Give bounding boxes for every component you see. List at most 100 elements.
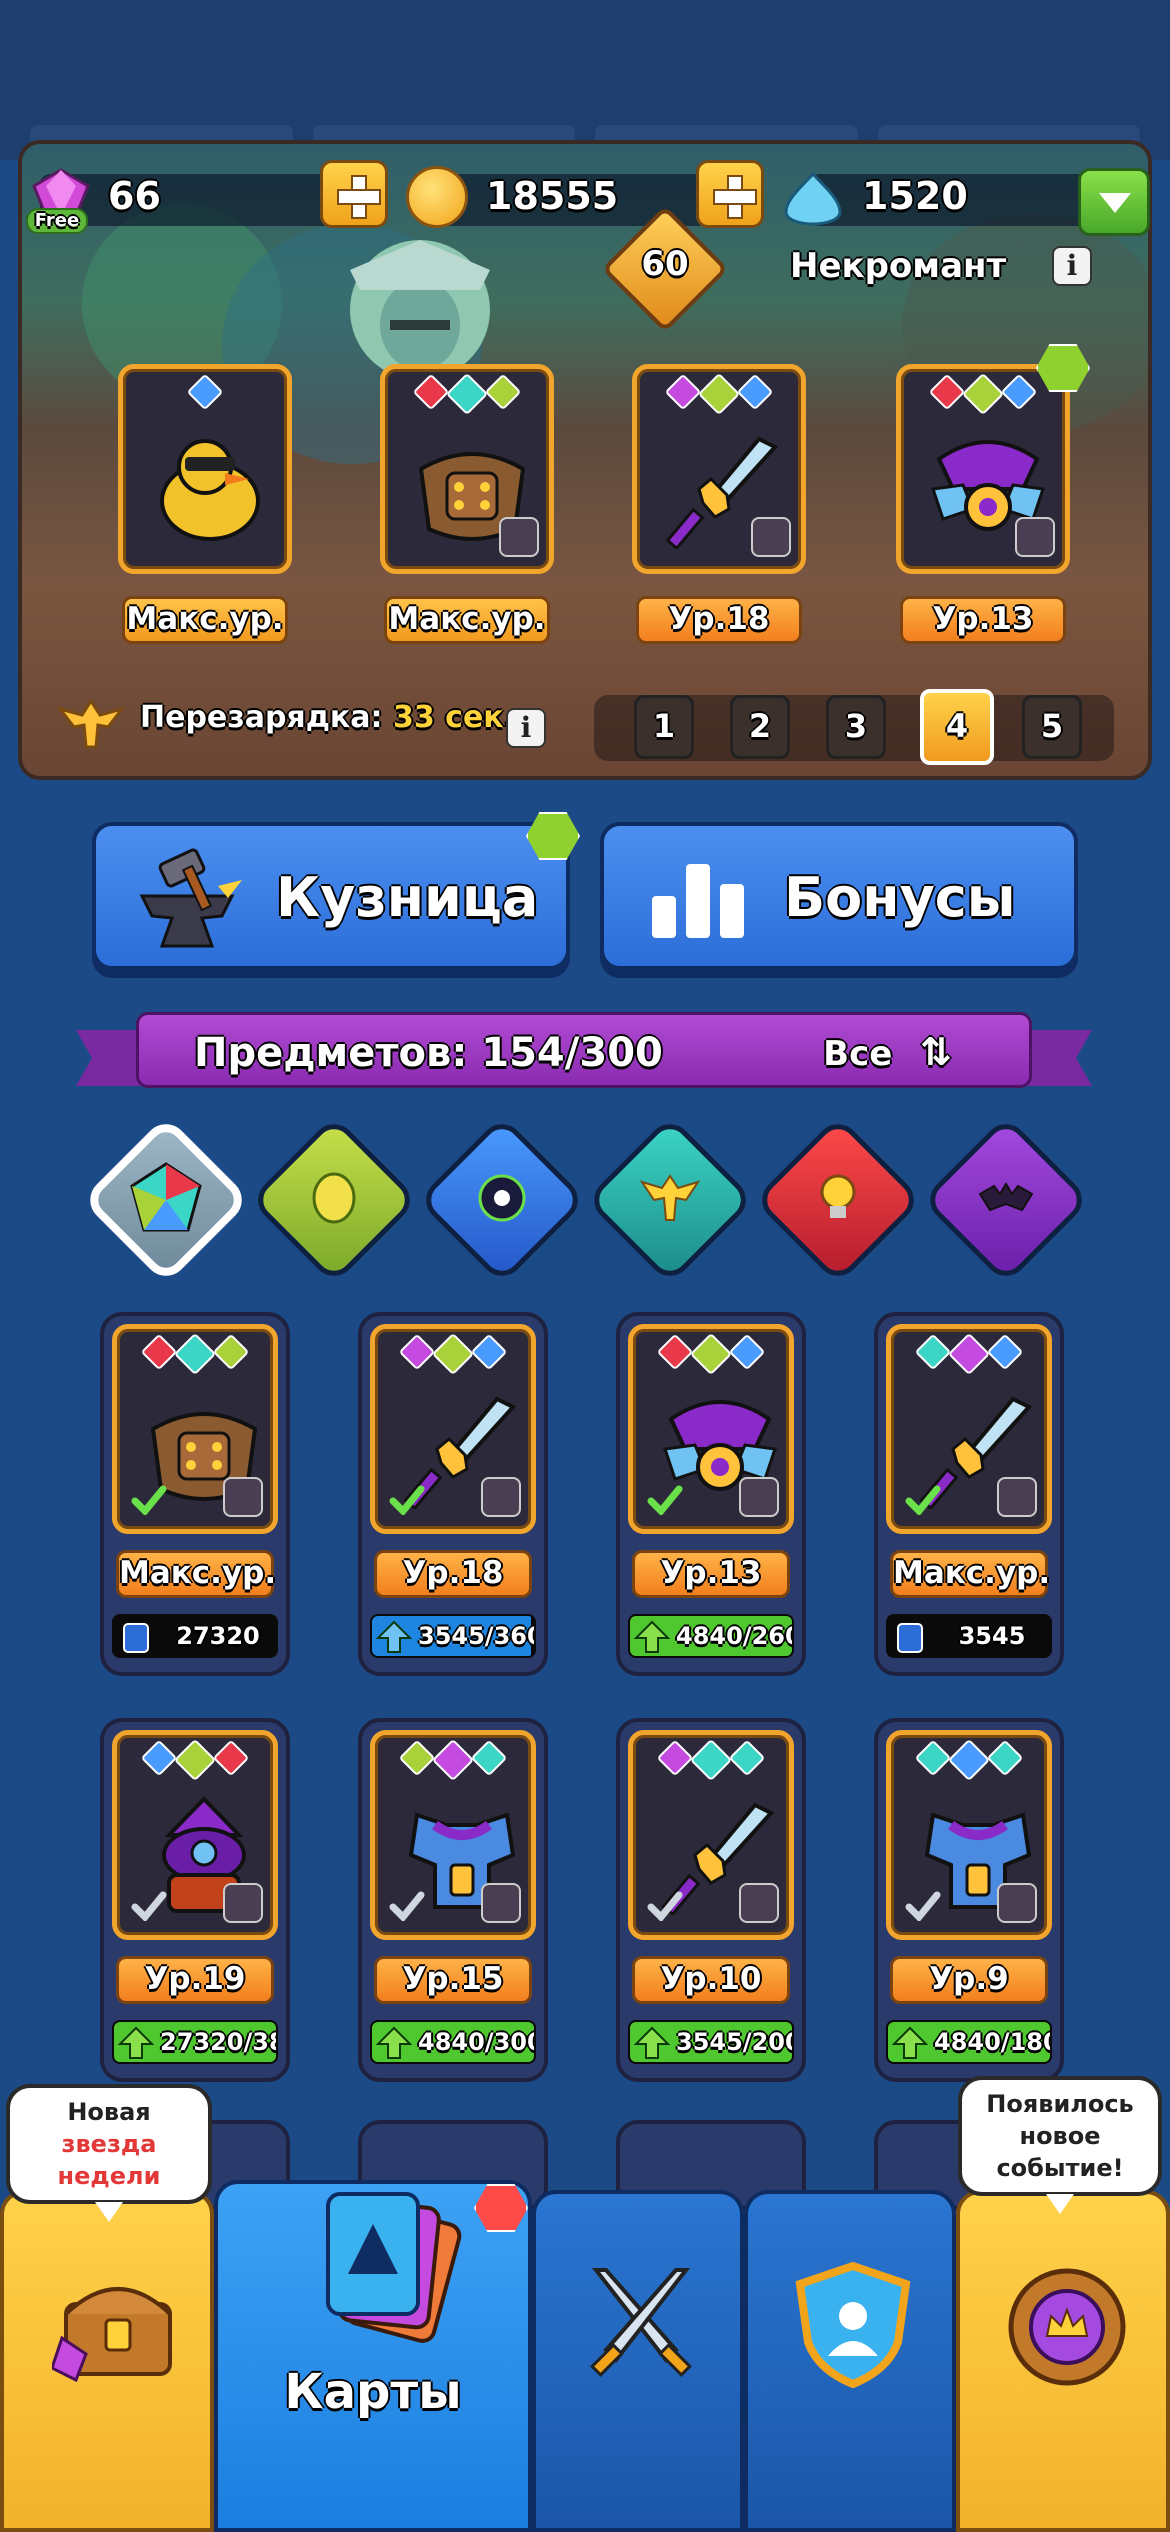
bonuses-button[interactable]: Бонусы <box>600 822 1078 970</box>
forge-button[interactable]: Кузница <box>92 822 570 970</box>
item-progress-bar: 3545/3600 <box>370 1614 536 1658</box>
item-level-label: Ур.9 <box>890 1956 1048 2004</box>
new-star-bubble[interactable]: Новая звезда недели <box>6 2084 212 2222</box>
page-tab-2[interactable]: 2 <box>730 695 790 759</box>
hero-info-button[interactable]: i <box>1052 246 1092 286</box>
item-progress-bar: 27320/3800 <box>112 2020 278 2064</box>
item-card[interactable]: Ур.18 3545/3600 <box>358 1312 548 1676</box>
new-event-bubble[interactable]: Появилось новое событие! <box>958 2076 1162 2214</box>
item-card[interactable]: Макс.ур. 3545 <box>874 1312 1064 1676</box>
sort-filter-label: Все <box>823 1034 893 1074</box>
bubble-text: Новая <box>67 2098 151 2126</box>
item-level-label: Ур.13 <box>632 1550 790 1598</box>
free-badge[interactable]: Free <box>26 208 88 234</box>
item-progress-text: 4840/2600 <box>676 1622 792 1650</box>
equipped-level-label: Макс.ур. <box>122 596 288 644</box>
lamp-icon <box>820 1174 856 1218</box>
item-progress-text: 3545/3600 <box>418 1622 534 1650</box>
nav-shop-tab[interactable] <box>0 2190 214 2532</box>
gems-count: 66 <box>108 174 161 218</box>
item-progress-text: 3545/2000 <box>676 2028 792 2056</box>
gem-icon <box>947 1332 991 1376</box>
events-crown-icon <box>1008 2268 1126 2386</box>
item-level-label: Ур.18 <box>374 1550 532 1598</box>
item-progress-bar: 4840/2600 <box>628 1614 794 1658</box>
gem-icon <box>947 1738 991 1782</box>
bar-chart-icon <box>652 864 744 938</box>
cooldown-info-button[interactable]: i <box>506 708 546 748</box>
equipped-card[interactable]: Ур.18 <box>624 356 814 656</box>
item-card[interactable]: Макс.ур. 27320 <box>100 1312 290 1676</box>
buy-dew-button[interactable] <box>696 160 764 228</box>
check-icon <box>389 1485 425 1515</box>
arrow-up-icon <box>892 2026 928 2059</box>
gem-icon <box>398 1333 436 1371</box>
bat-icon <box>978 1182 1034 1212</box>
card-gems <box>385 372 549 416</box>
item-level-label: Ур.19 <box>116 1956 274 2004</box>
currency-bar: Free 66 18555 1520 <box>20 160 1150 240</box>
equipped-card[interactable]: Ур.13 <box>888 356 1078 656</box>
sort-filter-button[interactable]: Все ⇅ <box>823 1030 952 1074</box>
item-progress-text: 4840/1800 <box>934 2028 1050 2056</box>
item-progress-bar: 3545/2000 <box>628 2020 794 2064</box>
page-tab-5[interactable]: 5 <box>1022 695 1082 759</box>
check-icon <box>131 1485 167 1515</box>
equipped-level-label: Макс.ур. <box>384 596 550 644</box>
check-icon <box>905 1891 941 1921</box>
items-banner: Предметов: 154/300 Все ⇅ <box>76 1012 1092 1088</box>
bonuses-label: Бонусы <box>784 866 1016 929</box>
anvil-icon <box>139 848 242 948</box>
check-icon <box>905 1485 941 1515</box>
arrow-up-icon <box>118 2026 154 2059</box>
gem-icon <box>212 1739 250 1777</box>
all-classes-icon <box>130 1162 202 1232</box>
item-card[interactable]: Ур.9 4840/1800 <box>874 1718 1064 2082</box>
gem-icon <box>728 1739 766 1777</box>
check-icon <box>131 1891 167 1921</box>
nav-cards-tab[interactable]: Карты <box>214 2180 532 2532</box>
buy-coins-button[interactable] <box>320 160 388 228</box>
card-gems <box>891 1332 1047 1376</box>
card-gems <box>633 1332 789 1376</box>
gem-icon <box>431 1738 475 1782</box>
treasure-chest-icon <box>52 2287 172 2383</box>
gem-icon <box>914 1739 952 1777</box>
equipped-card[interactable]: Макс.ур. <box>110 356 300 656</box>
item-card[interactable]: Ур.13 4840/2600 <box>616 1312 806 1676</box>
item-card[interactable]: Ур.15 4840/3000 <box>358 1718 548 2082</box>
upgrade-type-icon <box>223 1883 263 1923</box>
page-tab-3[interactable]: 3 <box>826 695 886 759</box>
bottom-nav: Карты <box>0 2180 1170 2532</box>
sort-arrows-icon: ⇅ <box>920 1030 952 1074</box>
page-tab-1[interactable]: 1 <box>634 695 694 759</box>
bubble-text-highlight: недели <box>57 2162 161 2190</box>
items-count: Предметов: 154/300 <box>194 1030 663 1076</box>
loadout-pages: 1 2 3 4 5 <box>594 689 1114 765</box>
card-gems <box>375 1332 531 1376</box>
gem-icon <box>484 373 522 411</box>
item-progress-text: 4840/3000 <box>418 2028 534 2056</box>
check-icon <box>647 1891 683 1921</box>
item-card[interactable]: Ур.19 27320/3800 <box>100 1718 290 2082</box>
gem-icon <box>470 1333 508 1371</box>
equipped-level-label: Ур.18 <box>636 596 802 644</box>
coin-icon <box>406 166 468 228</box>
item-level-label: Макс.ур. <box>116 1550 276 1598</box>
gem-icon <box>986 1333 1024 1371</box>
item-card[interactable]: Ур.10 3545/2000 <box>616 1718 806 2082</box>
gem-icon <box>445 372 489 416</box>
gem-icon <box>470 1739 508 1777</box>
dropdown-button[interactable] <box>1078 168 1150 236</box>
equipped-card[interactable]: Макс.ур. <box>372 356 562 656</box>
cards-notification <box>474 2184 528 2232</box>
nav-battle-tab[interactable] <box>532 2190 744 2532</box>
fist-icon <box>499 517 539 557</box>
page-tab-4[interactable]: 4 <box>920 689 994 765</box>
nav-clan-tab[interactable] <box>744 2190 956 2532</box>
nav-events-tab[interactable] <box>956 2190 1170 2532</box>
gem-icon <box>140 1333 178 1371</box>
equipped-level-label: Ур.13 <box>900 596 1066 644</box>
card-gems <box>637 372 801 416</box>
arrow-up-icon <box>376 1620 412 1653</box>
